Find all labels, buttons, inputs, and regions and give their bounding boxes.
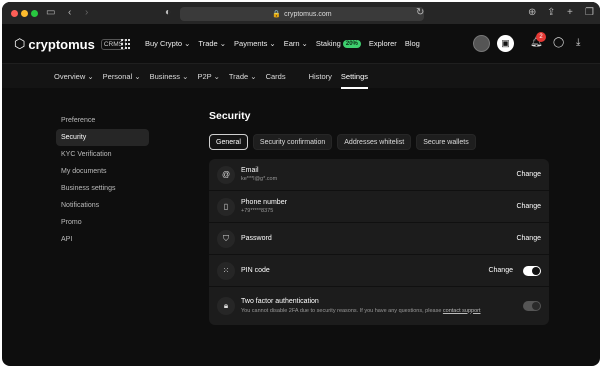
download-app-icon[interactable]: ⤓ xyxy=(576,37,580,49)
apps-grid-icon[interactable] xyxy=(121,39,131,49)
two-factor-note: You cannot disable 2FA due to security r… xyxy=(241,307,481,314)
staking-badge: 20% xyxy=(342,39,361,48)
avatar[interactable] xyxy=(473,35,490,52)
subnav-p2p[interactable]: P2P ⌄ xyxy=(197,72,219,81)
email-row: @ Email ke***l@g*.com Change xyxy=(209,159,549,191)
minimize-window-button[interactable] xyxy=(21,10,28,17)
email-label: Email xyxy=(241,167,259,174)
password-label: Password xyxy=(241,235,272,242)
change-email-button[interactable]: Change xyxy=(516,171,541,178)
phone-row: ▯ Phone number +79*****8375 Change xyxy=(209,191,549,223)
new-tab-icon[interactable]: + xyxy=(567,8,573,18)
logo-text: cryptomus xyxy=(28,36,95,52)
address-bar[interactable]: 🔒 cryptomus.com xyxy=(180,7,424,21)
tab-addresses-whitelist[interactable]: Addresses whitelist xyxy=(337,134,412,150)
sidebar-item-preference[interactable]: Preference xyxy=(56,112,149,129)
pin-code-row: ⁙ PIN code Change xyxy=(209,255,549,287)
chevron-down-icon: ⌄ xyxy=(219,39,227,48)
main-menu: Buy Crypto ⌄ Trade ⌄ Payments ⌄ Earn ⌄ Staki… xyxy=(145,39,420,48)
page-title: Security xyxy=(209,110,251,122)
sidebar-item-promo[interactable]: Promo xyxy=(56,214,149,231)
chevron-down-icon: ⌄ xyxy=(269,39,276,48)
sidebar-icon[interactable]: ▭ xyxy=(46,8,55,18)
phone-icon: ▯ xyxy=(217,197,235,216)
sidebar-item-security[interactable]: Security xyxy=(56,129,149,146)
back-icon[interactable]: ‹ xyxy=(68,8,71,18)
wallet-button[interactable]: ▣ xyxy=(497,35,514,52)
notification-count: 2 xyxy=(536,32,546,42)
chevron-down-icon: ⌄ xyxy=(301,39,308,48)
subnav-history[interactable]: History xyxy=(309,72,332,81)
password-row: ⛉ Password Change xyxy=(209,223,549,255)
close-window-button[interactable] xyxy=(11,10,18,17)
chat-icon[interactable]: ◯ xyxy=(553,37,564,49)
security-panel: Security General Security confirmation A… xyxy=(209,110,549,325)
logo[interactable]: ⬡ cryptomus CRMS xyxy=(14,36,126,52)
subnav-personal[interactable]: Personal ⌄ xyxy=(103,72,141,81)
shield-check-icon: ⛉ xyxy=(217,229,235,248)
phone-value: +79*****8375 xyxy=(241,208,274,214)
change-phone-button[interactable]: Change xyxy=(516,203,541,210)
tab-security-confirmation[interactable]: Security confirmation xyxy=(252,134,333,150)
wallet-icon: ▣ xyxy=(501,38,510,48)
security-settings-card: @ Email ke***l@g*.com Change ▯ Phone num… xyxy=(209,159,549,325)
reload-icon[interactable]: ↻ xyxy=(416,8,424,18)
chevron-down-icon: ⌄ xyxy=(184,39,191,48)
menu-buy-crypto[interactable]: Buy Crypto ⌄ xyxy=(145,39,190,48)
shield-icon[interactable]: ◐ xyxy=(165,8,171,18)
settings-sidebar: Preference Security KYC Verification My … xyxy=(56,112,149,248)
browser-toolbar: ▭ ‹ › ◐ 🔒 cryptomus.com ↻ ⊕ ⇪ + ❐ xyxy=(2,2,600,24)
tabs-icon[interactable]: ❐ xyxy=(585,8,594,18)
menu-blog[interactable]: Blog xyxy=(405,39,420,48)
at-icon: @ xyxy=(217,165,235,184)
lock-icon: 🔒 xyxy=(272,11,282,18)
sidebar-item-api[interactable]: API xyxy=(56,231,149,248)
site-header: ⬡ cryptomus CRMS Buy Crypto ⌄ Trade ⌄ Paym… xyxy=(2,24,600,64)
menu-payments[interactable]: Payments ⌄ xyxy=(234,39,276,48)
forward-icon[interactable]: › xyxy=(85,8,88,18)
padlock-icon: 🔒︎ xyxy=(217,297,235,315)
tab-general[interactable]: General xyxy=(209,134,248,150)
download-icon[interactable]: ⊕ xyxy=(528,8,536,18)
security-tabs: General Security confirmation Addresses … xyxy=(209,134,549,150)
menu-staking[interactable]: Staking 20% xyxy=(316,39,361,48)
two-factor-row: 🔒︎ Two factor authentication You cannot … xyxy=(209,287,549,325)
change-password-button[interactable]: Change xyxy=(516,235,541,242)
subnav-cards[interactable]: Cards xyxy=(266,72,286,81)
menu-earn[interactable]: Earn ⌄ xyxy=(284,39,308,48)
email-value: ke***l@g*.com xyxy=(241,176,278,182)
share-icon[interactable]: ⇪ xyxy=(547,8,555,18)
two-factor-label: Two factor authentication xyxy=(241,297,319,305)
menu-trade[interactable]: Trade ⌄ xyxy=(198,39,226,48)
sidebar-item-notifications[interactable]: Notifications xyxy=(56,197,149,214)
cube-logo-icon: ⬡ xyxy=(14,36,26,51)
contact-support-link[interactable]: contact support xyxy=(443,308,481,314)
subnav-business[interactable]: Business ⌄ xyxy=(150,72,189,81)
tab-secure-wallets[interactable]: Secure wallets xyxy=(416,134,476,150)
keypad-icon: ⁙ xyxy=(217,261,235,280)
phone-label: Phone number xyxy=(241,199,287,206)
sidebar-item-business-settings[interactable]: Business settings xyxy=(56,180,149,197)
pin-code-label: PIN code xyxy=(241,267,270,274)
browser-window: ▭ ‹ › ◐ 🔒 cryptomus.com ↻ ⊕ ⇪ + ❐ ⬡ cryp… xyxy=(2,2,600,366)
subnav-overview[interactable]: Overview ⌄ xyxy=(54,72,94,81)
subnav-settings[interactable]: Settings xyxy=(340,72,369,89)
pin-code-toggle[interactable] xyxy=(523,265,541,276)
subnav-trade[interactable]: Trade ⌄ xyxy=(229,72,257,81)
sidebar-item-kyc-verification[interactable]: KYC Verification xyxy=(56,146,149,163)
sidebar-item-my-documents[interactable]: My documents xyxy=(56,163,149,180)
zoom-window-button[interactable] xyxy=(31,10,38,17)
change-pin-button[interactable]: Change xyxy=(488,267,513,274)
url-text: cryptomus.com xyxy=(284,10,332,18)
menu-explorer[interactable]: Explorer xyxy=(369,39,397,48)
two-factor-toggle xyxy=(523,301,541,311)
sub-navigation: Overview ⌄ Personal ⌄ Business ⌄ P2P ⌄ T… xyxy=(2,64,600,89)
